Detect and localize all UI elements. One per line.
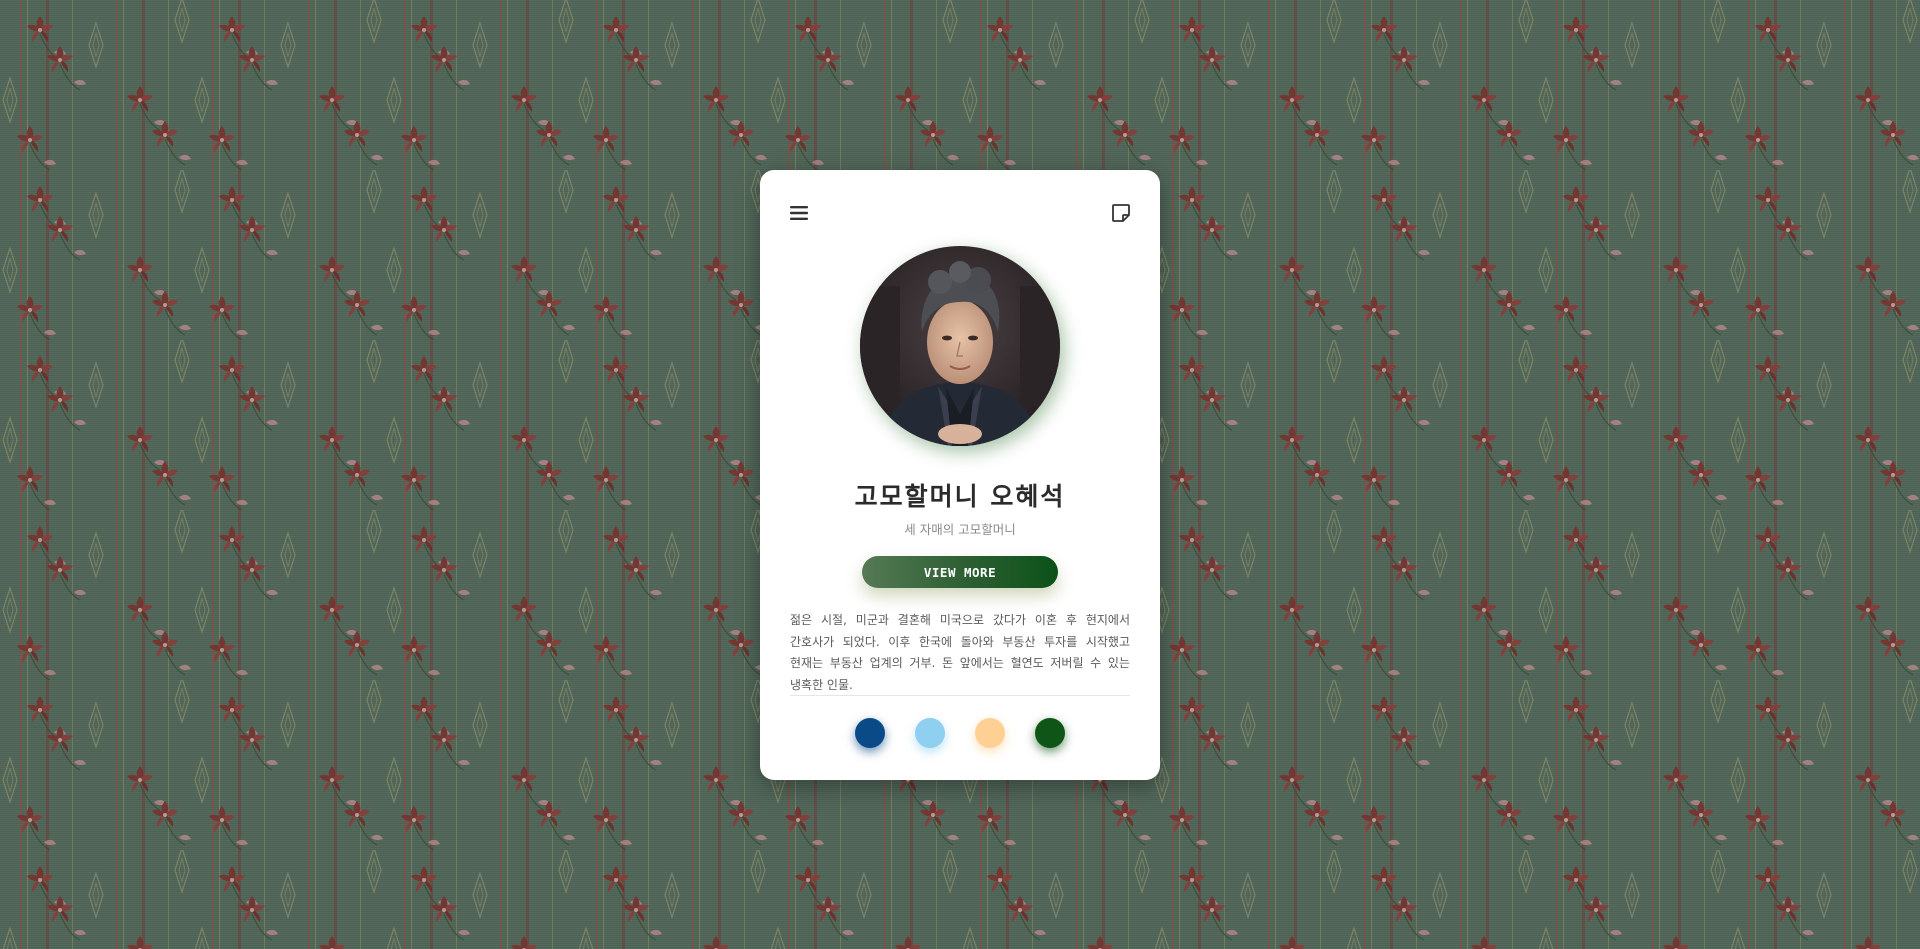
swatch-navy[interactable] (855, 718, 885, 748)
swatch-dark-green[interactable] (1035, 718, 1065, 748)
portrait-image (860, 246, 1060, 446)
divider (790, 695, 1130, 696)
sticky-note-icon (1112, 204, 1130, 222)
avatar (860, 246, 1060, 446)
hamburger-menu-icon (790, 206, 808, 220)
swatch-peach[interactable] (975, 718, 1005, 748)
menu-button[interactable] (788, 202, 810, 224)
profile-subtitle: 세 자매의 고모할머니 (904, 522, 1016, 537)
swatch-sky-blue[interactable] (915, 718, 945, 748)
view-more-button[interactable]: VIEW MORE (862, 556, 1058, 588)
profile-card: 고모할머니 오혜석 세 자매의 고모할머니 VIEW MORE 젊은 시절, 미… (760, 170, 1160, 780)
profile-description: 젊은 시절, 미군과 결혼해 미국으로 갔다가 이혼 후 현지에서 간호사가 되… (790, 613, 1130, 692)
profile-name: 고모할머니 오혜석 (854, 482, 1066, 511)
note-button[interactable] (1110, 202, 1132, 224)
color-swatches (760, 718, 1160, 748)
